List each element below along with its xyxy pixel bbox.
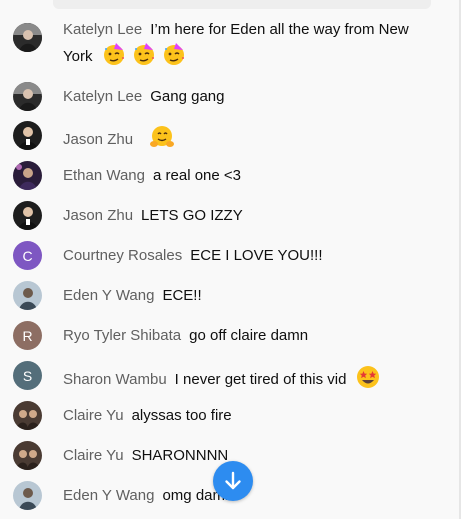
message-author[interactable]: Courtney Rosales bbox=[63, 247, 182, 264]
avatar[interactable] bbox=[13, 481, 42, 510]
partying-face-emoji bbox=[133, 43, 154, 65]
message-text: I never get tired of this vid bbox=[174, 371, 347, 388]
live-chat-panel: Katelyn Lee I’m here for Eden all the way… bbox=[0, 0, 461, 519]
message-author[interactable]: Eden Y Wang bbox=[63, 287, 154, 304]
chat-message: Katelyn Lee I’m here for Eden all the way… bbox=[0, 18, 459, 66]
message-text: LETS GO IZZY bbox=[141, 207, 243, 224]
message-author[interactable]: Claire Yu bbox=[63, 407, 124, 424]
chat-message: Jason Zhu bbox=[0, 121, 459, 151]
message-text: go off claire damn bbox=[189, 327, 309, 344]
message-author[interactable]: Jason Zhu bbox=[63, 207, 133, 224]
avatar[interactable] bbox=[13, 281, 42, 310]
chat-message-list: Katelyn Lee I’m here for Eden all the way… bbox=[0, 0, 459, 519]
message-author[interactable]: Ryo Tyler Shibata bbox=[63, 327, 181, 344]
avatar-letter: R bbox=[22, 327, 33, 344]
avatar[interactable] bbox=[13, 201, 42, 230]
message-author[interactable]: Katelyn Lee bbox=[63, 21, 142, 38]
avatar[interactable]: R bbox=[13, 321, 42, 350]
avatar[interactable]: C bbox=[13, 241, 42, 270]
message-text: Gang gang bbox=[150, 88, 225, 105]
avatar[interactable] bbox=[13, 441, 42, 470]
hugging-face-emoji bbox=[150, 126, 175, 147]
message-author[interactable]: Claire Yu bbox=[63, 447, 124, 464]
message-author[interactable]: Eden Y Wang bbox=[63, 487, 154, 504]
message-text: a real one <3 bbox=[153, 167, 241, 184]
message-author[interactable]: Ethan Wang bbox=[63, 167, 145, 184]
chat-message: Jason Zhu LETS GO IZZY bbox=[0, 201, 459, 231]
avatar[interactable] bbox=[13, 401, 42, 430]
message-text: ECE I LOVE YOU!!! bbox=[190, 247, 323, 264]
message-author[interactable]: Sharon Wambu bbox=[63, 371, 167, 388]
chat-message: C Courtney Rosales ECE I LOVE YOU!!! bbox=[0, 241, 459, 271]
chat-message: S Sharon Wambu I never get tired of this … bbox=[0, 361, 459, 391]
avatar-letter: C bbox=[22, 247, 33, 264]
partying-face-emoji bbox=[163, 43, 184, 65]
chat-message: Eden Y Wang ECE!! bbox=[0, 281, 459, 311]
chat-message: Claire Yu alyssas too fire bbox=[0, 401, 459, 431]
message-text: SHARONNNN bbox=[131, 447, 229, 464]
star-struck-emoji bbox=[356, 366, 379, 388]
avatar[interactable] bbox=[13, 82, 42, 111]
avatar[interactable] bbox=[13, 23, 42, 52]
avatar[interactable]: S bbox=[13, 361, 42, 390]
chat-message: Ethan Wang a real one <3 bbox=[0, 161, 459, 191]
chat-message: Katelyn Lee Gang gang bbox=[0, 82, 459, 112]
avatar[interactable] bbox=[13, 121, 42, 150]
scroll-to-bottom-button[interactable] bbox=[213, 461, 253, 501]
chat-message: R Ryo Tyler Shibata go off claire damn bbox=[0, 321, 459, 351]
message-text: ECE!! bbox=[162, 287, 202, 304]
avatar[interactable] bbox=[13, 161, 42, 190]
avatar-letter: S bbox=[22, 367, 33, 384]
partying-face-emoji bbox=[103, 43, 124, 65]
message-author[interactable]: Jason Zhu bbox=[63, 131, 133, 148]
message-text: alyssas too fire bbox=[131, 407, 232, 424]
message-author[interactable]: Katelyn Lee bbox=[63, 88, 142, 105]
arrow-down-icon bbox=[225, 471, 241, 490]
